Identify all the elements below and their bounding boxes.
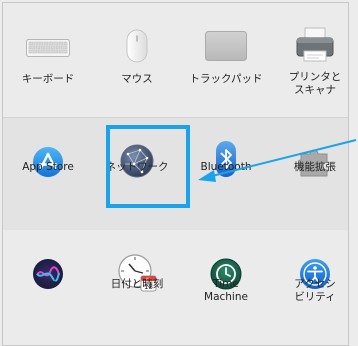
- annotation-arrow: [198, 139, 357, 182]
